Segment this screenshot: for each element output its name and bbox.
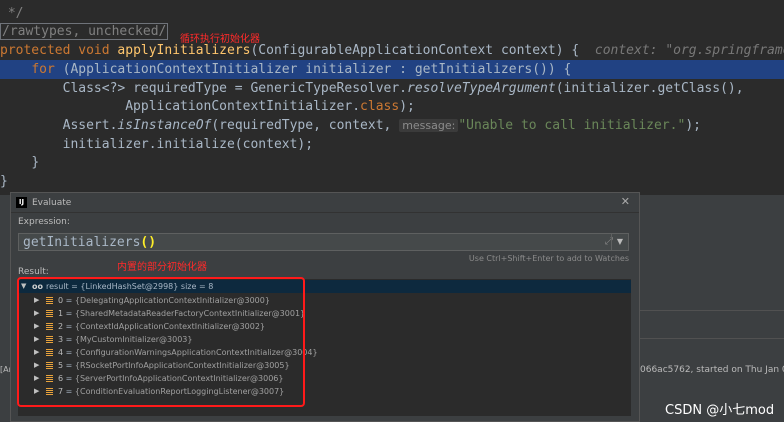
code-line-suppress: /rawtypes, unchecked/ [0,22,784,41]
panel-divider [640,338,784,339]
code-line-6: Assert.isInstanceOf(requiredType, contex… [62,118,701,133]
loop-annotation: 循环执行初始化器 [180,34,260,45]
method-name: applyInitializers [117,43,251,58]
code-line-5: ApplicationContextInitializer.class); [125,99,415,114]
suppress-annotation: /rawtypes, unchecked/ [0,23,169,40]
watches-hint: Use Ctrl+Shift+Enter to add to Watches [468,254,629,263]
selected-call: getInitializers [414,62,533,77]
code-line-comment-end: */ [0,6,24,21]
code-line-7: initializer.initialize(context); [62,137,314,152]
code-line-4: Class<?> requiredType = GenericTypeResol… [62,81,744,96]
code-editor[interactable]: */ /rawtypes, unchecked/ protected void … [0,0,784,195]
expression-text: getInitializers [23,235,141,250]
dialog-title: Evaluate [32,197,72,208]
parameter-hint: message: [399,119,459,132]
watermark: CSDN @小七mod [665,403,775,418]
inline-debug-hint: context: "org.springframework [594,43,784,58]
panel-divider [640,310,784,311]
result-label: Result: [18,267,49,277]
expression-input[interactable]: getInitializers() ⤢ ▼ [18,233,629,251]
close-icon[interactable]: ✕ [621,195,630,208]
highlight-box [17,277,305,407]
code-line-inner-brace: } [31,155,40,170]
console-log-line: 066ac5762, started on Thu Jan 01 08:0 [640,365,784,375]
code-line-for-highlighted[interactable]: for (ApplicationContextInitializer initi… [0,60,784,79]
code-line-outer-brace: } [0,174,8,189]
intellij-logo-icon: IJ [16,197,27,208]
left-gutter-strip [0,195,10,422]
history-dropdown-button[interactable]: ▼ [611,234,628,250]
dialog-titlebar[interactable]: IJ Evaluate [11,193,639,213]
expression-label: Expression: [18,217,70,227]
debug-console-panel [640,195,784,422]
builtin-annotation: 内置的部分初始化器 [117,262,207,273]
code-line-signature: protected void applyInitializers(Configu… [0,41,784,60]
